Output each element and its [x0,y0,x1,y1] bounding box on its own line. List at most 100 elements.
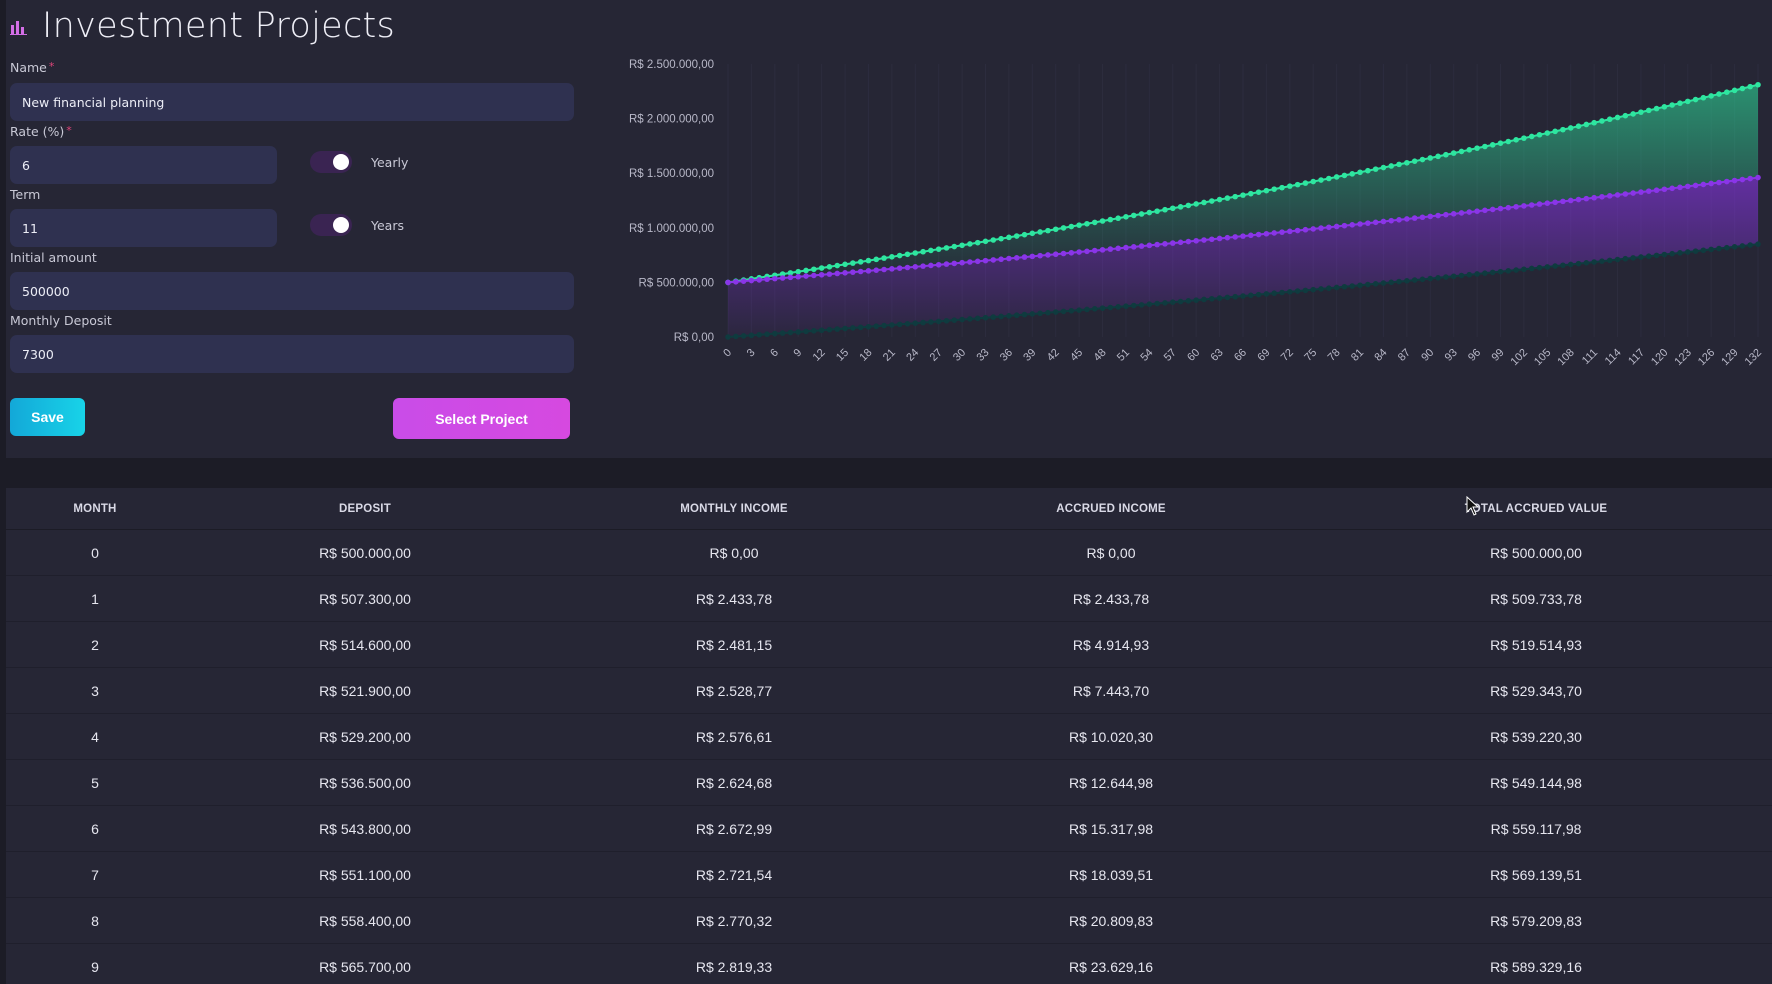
cell-accrued-income: R$ 2.433,78 [1072,590,1150,607]
purple-series-point [920,263,926,269]
x-tick-label: 96 [1466,347,1483,364]
cell-month: 5 [91,774,99,791]
rate-period-toggle[interactable] [310,151,352,173]
purple-series-point [1638,189,1644,195]
green-series-point [1700,94,1707,101]
dark-series-point [1255,291,1262,298]
dark-series-point [1755,241,1761,247]
name-field[interactable]: New financial planning [10,83,574,121]
green-series-point [873,256,880,263]
rate-field-value: 6 [22,157,30,173]
table-row[interactable]: 2 R$ 514.600,00 R$ 2.481,15 R$ 4.914,93 R$ 5… [6,622,1772,668]
save-button[interactable]: Save [10,398,85,436]
green-series-point [1365,167,1371,174]
purple-series-point [1606,193,1613,199]
initial-amount-field[interactable]: 500000 [10,272,574,310]
term-field[interactable]: 11 [10,209,277,247]
purple-series-point [1138,243,1145,249]
rate-period-label: Yearly [371,155,409,170]
cell-accrued-income: R$ 15.317,98 [1068,820,1154,837]
purple-series-point [1248,232,1254,239]
dark-series-point [1739,243,1746,249]
dark-series-point [1037,310,1043,317]
mouse-cursor-icon [1466,496,1480,516]
table-row[interactable]: 9 R$ 565.700,00 R$ 2.819,33 R$ 23.629,16 R$ … [6,944,1772,984]
table-row[interactable]: 7 R$ 551.100,00 R$ 2.721,54 R$ 18.039,51 R$ … [6,852,1772,898]
purple-series-point [959,259,965,266]
purple-series-point [1474,208,1480,215]
dark-series-point [1091,306,1098,312]
table-row[interactable]: 6 R$ 543.800,00 R$ 2.672,99 R$ 15.317,98 R$ … [6,806,1772,852]
dark-series-point [1310,286,1317,293]
purple-series-point [1130,244,1137,250]
y-tick-label: R$ 2.000.000,00 [629,114,714,126]
dark-series-point [1177,298,1184,305]
purple-series-point [1240,233,1246,239]
column-header-month[interactable]: MONTH [6,503,184,515]
dark-series-point [1380,280,1387,286]
table-row[interactable]: 8 R$ 558.400,00 R$ 2.770,32 R$ 20.809,83 R$ … [6,898,1772,944]
dark-series-point [1489,269,1496,276]
purple-series-point [865,268,872,274]
green-series-point [935,246,942,252]
dark-series-point [951,317,958,323]
green-series-point [1162,206,1168,213]
table-row[interactable]: 3 R$ 521.900,00 R$ 2.528,77 R$ 7.443,70 R$ 5… [6,668,1772,714]
green-series-point [1723,89,1730,96]
purple-series-point [733,278,739,285]
dark-series-point [1396,278,1402,285]
dark-series-point [1060,308,1067,315]
green-series-point [857,259,864,265]
x-tick-label: 42 [1045,347,1062,364]
purple-series-point [1708,180,1714,187]
column-header-monthly-income[interactable]: MONTHLY INCOME [546,503,922,515]
purple-series-point [1653,187,1660,194]
table-row[interactable]: 4 R$ 529.200,00 R$ 2.576,61 R$ 10.020,30 R$ … [6,714,1772,760]
table-row[interactable]: 1 R$ 507.300,00 R$ 2.433,78 R$ 2.433,78 R$ 5… [6,576,1772,622]
purple-series-point [756,277,763,283]
dark-series-point [1208,295,1215,302]
purple-series-point [1567,197,1574,204]
dark-series-point [764,331,770,338]
green-series-point [1107,216,1114,223]
cell-monthly-income: R$ 2.481,15 [695,636,773,653]
dark-series-point [1622,255,1629,262]
table-row[interactable]: 0 R$ 500.000,00 R$ 0,00 R$ 0,00 R$ 500.000,0… [6,530,1772,576]
green-series-point [912,250,919,256]
dark-series-point [1552,263,1558,269]
dark-series-point [1388,279,1395,286]
cell-month: 6 [91,820,99,837]
toggle-knob [333,154,349,170]
column-header-accrued-income[interactable]: ACCRUED INCOME [922,503,1300,515]
column-header-total-accrued-value[interactable]: TOTAL ACCRUED VALUE [1300,503,1772,515]
monthly-deposit-field[interactable]: 7300 [10,335,574,373]
dark-series-point [1528,265,1535,272]
dark-series-point [1138,302,1145,308]
dark-series-point [1645,253,1652,260]
rate-field[interactable]: 6 [10,146,277,184]
dark-series-point [1107,304,1114,311]
term-unit-toggle[interactable] [310,214,352,236]
green-series-point [928,247,934,254]
green-series-point [1552,128,1558,135]
green-series-point [951,243,958,250]
cell-month: 9 [91,958,99,975]
dark-series-point [1130,302,1137,309]
column-header-deposit[interactable]: DEPOSIT [184,503,546,515]
cell-monthly-income: R$ 0,00 [709,544,759,561]
dark-series-point [1404,278,1410,284]
projection-table: MONTH DEPOSIT MONTHLY INCOME ACCRUED INC… [6,488,1772,984]
dark-series-point [1505,268,1512,274]
green-series-point [1567,125,1574,131]
table-row[interactable]: 5 R$ 536.500,00 R$ 2.624,68 R$ 12.644,98 R$ … [6,760,1772,806]
cell-monthly-income: R$ 2.672,99 [695,820,773,837]
select-project-button[interactable]: Select Project [393,398,570,439]
green-series-point [998,235,1004,242]
purple-series-point [764,276,770,283]
purple-series-point [1404,216,1410,222]
cell-total-accrued-value: R$ 539.220,30 [1490,728,1582,745]
term-label-text: Term [10,187,41,202]
green-series-point [1692,96,1699,103]
purple-series-point [912,264,919,270]
bar-chart-icon [10,21,27,35]
